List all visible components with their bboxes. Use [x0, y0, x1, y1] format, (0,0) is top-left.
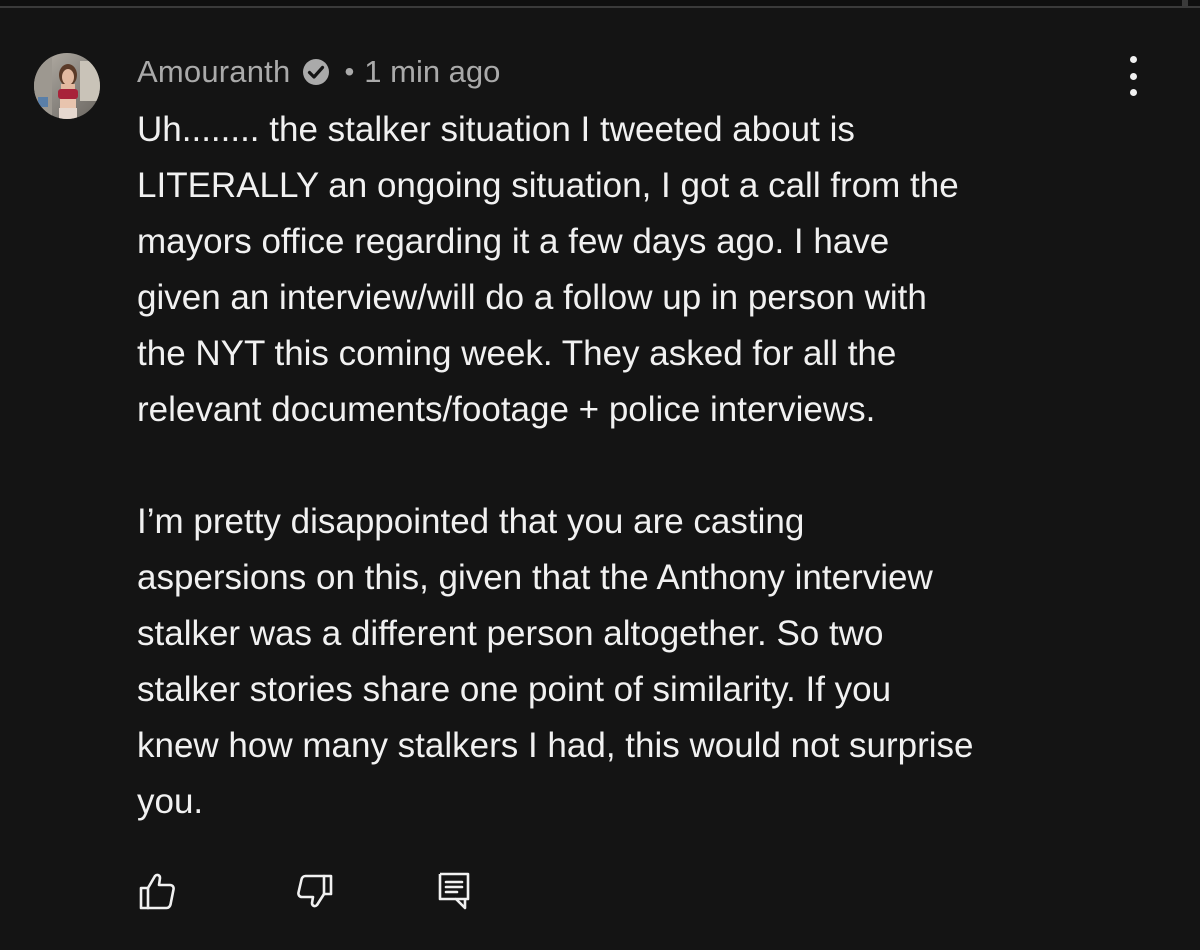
comment-timestamp[interactable]: 1 min ago: [364, 54, 500, 90]
comment-line: relevant documents/footage + police inte…: [137, 390, 876, 429]
reply-comment-icon: [438, 872, 470, 910]
comment-card: Amouranth • 1 min ago Uh........ the sta…: [0, 0, 1200, 950]
more-dot: [1129, 89, 1137, 96]
comment-line: LITERALLY an ongoing situation, I got a …: [137, 166, 959, 205]
more-dot: [1129, 56, 1137, 63]
comment-line: Uh........ the stalker situation I tweet…: [137, 110, 855, 149]
dislike-button[interactable]: [295, 870, 335, 912]
comment-paragraph: I’m pretty disappointed that you are cas…: [137, 494, 1137, 830]
meta-separator: •: [344, 56, 355, 87]
comment-line: mayors office regarding it a few days ag…: [137, 222, 890, 261]
divider-notch: [1182, 0, 1188, 8]
reply-button[interactable]: [435, 870, 475, 912]
author-name[interactable]: Amouranth: [137, 54, 290, 90]
avatar[interactable]: [34, 53, 100, 119]
comment-line: the NYT this coming week. They asked for…: [137, 334, 897, 373]
comment-line: stalker stories share one point of simil…: [137, 670, 892, 709]
comment-line: given an interview/will do a follow up i…: [137, 278, 927, 317]
comment-line: aspersions on this, given that the Antho…: [137, 558, 933, 597]
verified-check-icon: [300, 56, 332, 88]
like-button[interactable]: [137, 870, 177, 912]
thumbs-down-icon: [297, 874, 333, 908]
comment-line: knew how many stalkers I had, this would…: [137, 726, 974, 765]
more-vertical-icon[interactable]: [1118, 56, 1148, 96]
comment-line: I’m pretty disappointed that you are cas…: [137, 502, 805, 541]
comment-paragraph: Uh........ the stalker situation I tweet…: [137, 102, 1137, 438]
comment-header: Amouranth • 1 min ago: [137, 52, 500, 92]
top-divider: [0, 0, 1200, 8]
comment-text: Uh........ the stalker situation I tweet…: [137, 102, 1137, 830]
avatar-image: [34, 53, 100, 119]
more-dot: [1129, 72, 1137, 80]
comment-line: stalker was a different person altogethe…: [137, 614, 884, 653]
comment-line: you.: [137, 782, 204, 821]
thumbs-up-icon: [139, 873, 175, 910]
